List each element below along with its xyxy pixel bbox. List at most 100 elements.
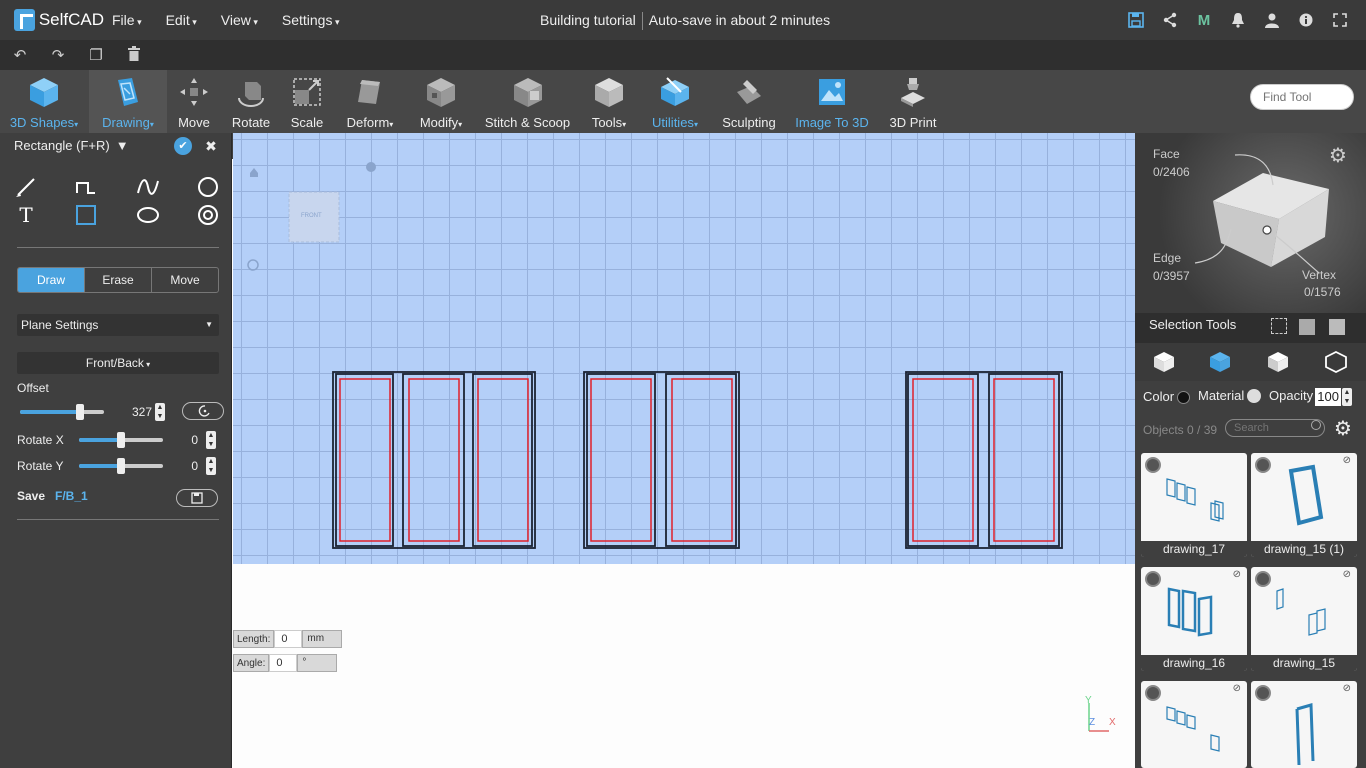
select-all-icon[interactable]: [1299, 319, 1315, 335]
opacity-value[interactable]: 100: [1315, 388, 1341, 406]
offset-value[interactable]: 327: [122, 403, 152, 421]
m-brand-icon[interactable]: M: [1194, 10, 1214, 30]
rotate-y-slider[interactable]: [79, 458, 163, 474]
offset-slider[interactable]: [20, 404, 104, 420]
rotate-x-value[interactable]: 0: [170, 431, 198, 449]
menu-edit[interactable]: Edit: [166, 12, 197, 28]
tool-label: Rotate: [231, 115, 271, 130]
tool-tools[interactable]: Tools▾: [580, 70, 638, 133]
save-name[interactable]: F/B_1: [55, 489, 88, 503]
object-card[interactable]: ⊘: [1251, 681, 1357, 768]
rotate-x-label: Rotate X: [17, 433, 64, 447]
material-icon[interactable]: [1247, 389, 1261, 403]
axis-x-label: X: [1109, 717, 1116, 728]
save-icon[interactable]: [1126, 10, 1146, 30]
ellipse-icon[interactable]: [136, 203, 160, 227]
object-card[interactable]: ⊘ drawing_15: [1251, 567, 1357, 671]
tools-icon: [595, 78, 623, 107]
tool-image-to-3d[interactable]: Image To 3D: [792, 70, 872, 133]
document-title-area: Building tutorial Auto-save in about 2 mi…: [540, 12, 830, 31]
slider-handle[interactable]: [76, 404, 84, 420]
xray-view-icon[interactable]: [1325, 351, 1347, 373]
select-similar-icon[interactable]: [1329, 319, 1345, 335]
undo-icon[interactable]: ↶: [8, 46, 32, 64]
tool-deform[interactable]: Deform▾: [335, 70, 405, 133]
opacity-stepper[interactable]: ▲ ▼: [1342, 388, 1352, 406]
object-card[interactable]: ⊘: [1141, 681, 1247, 768]
tool-3d-print[interactable]: 3D Print: [880, 70, 946, 133]
menu-file[interactable]: File: [112, 12, 142, 28]
mode-erase[interactable]: Erase: [85, 268, 152, 292]
plane-settings-dropdown[interactable]: Plane Settings ▼: [17, 314, 219, 336]
object-card[interactable]: ⊘ drawing_15 (1): [1251, 453, 1357, 557]
offset-reset-button[interactable]: [182, 402, 224, 420]
selfcad-logo[interactable]: SelfCAD: [14, 9, 104, 31]
tool-rotate[interactable]: Rotate: [222, 70, 280, 133]
tool-utilities[interactable]: Utilities▾: [646, 70, 704, 133]
polyline-icon[interactable]: [74, 175, 98, 199]
objects-settings-gear-icon[interactable]: ⚙: [1334, 416, 1352, 441]
light-bulb-icon[interactable]: [247, 259, 259, 271]
info-icon[interactable]: [1296, 10, 1316, 30]
slider-handle[interactable]: [117, 432, 125, 448]
edges-view-icon[interactable]: [1267, 351, 1289, 373]
object-thumbnail: [1288, 464, 1324, 526]
curve-icon[interactable]: [136, 175, 160, 199]
redo-icon[interactable]: ↷: [46, 46, 70, 64]
menu-settings[interactable]: Settings: [282, 12, 340, 28]
dropdown-caret-icon: ▾: [458, 120, 463, 129]
tool-label: Image To 3D: [795, 115, 869, 130]
tool-modify[interactable]: Modify▾: [405, 70, 477, 133]
object-card[interactable]: ⊘ drawing_16: [1141, 567, 1247, 671]
object-card[interactable]: drawing_17: [1141, 453, 1247, 557]
save-plane-button[interactable]: [176, 489, 218, 507]
tool-move[interactable]: Move: [167, 70, 221, 133]
length-label: Length:: [233, 630, 275, 648]
home-icon[interactable]: [250, 168, 258, 177]
orbit-icon[interactable]: [366, 162, 376, 172]
text-tool-icon[interactable]: T: [14, 203, 38, 227]
slider-handle[interactable]: [117, 458, 125, 474]
rotate-x-slider[interactable]: [79, 432, 163, 448]
axis-y-label: Y: [1085, 695, 1092, 706]
notification-bell-icon[interactable]: [1228, 10, 1248, 30]
menu-view[interactable]: View: [221, 12, 258, 28]
offset-stepper[interactable]: ▲ ▼: [155, 403, 165, 421]
rectangle-tool-icon[interactable]: [74, 203, 98, 227]
close-icon[interactable]: ✖: [202, 137, 220, 155]
mode-move-points[interactable]: Move Points: [152, 268, 218, 292]
rotate-x-stepper[interactable]: ▲ ▼: [206, 431, 216, 449]
tool-stitch-scoop[interactable]: Stitch & Scoop: [480, 70, 575, 133]
tool-3d-shapes[interactable]: 3D Shapes▾: [0, 70, 88, 133]
fullscreen-icon[interactable]: [1330, 10, 1350, 30]
find-tool-input[interactable]: [1250, 84, 1354, 110]
box-select-icon[interactable]: [1271, 318, 1287, 334]
panel-header: Rectangle (F+R) ▼ ✔ ✖: [0, 133, 231, 157]
brush-icon[interactable]: [14, 175, 38, 199]
solid-view-icon[interactable]: [1153, 351, 1175, 373]
ring-icon[interactable]: [196, 203, 220, 227]
material-label: Material: [1198, 388, 1245, 403]
rotate-y-value[interactable]: 0: [170, 457, 198, 475]
plane-selector[interactable]: Front/Back ▾: [17, 352, 219, 374]
length-value[interactable]: 0: [274, 630, 303, 648]
mode-draw[interactable]: Draw: [18, 268, 85, 292]
object-search-input[interactable]: [1225, 419, 1325, 437]
circle-icon[interactable]: [196, 175, 220, 199]
share-icon[interactable]: [1160, 10, 1180, 30]
tool-drawing[interactable]: Drawing▾: [89, 70, 167, 133]
rotate-y-stepper[interactable]: ▲ ▼: [206, 457, 216, 475]
wireframe-view-icon[interactable]: [1209, 351, 1231, 373]
tool-scale[interactable]: Scale: [281, 70, 333, 133]
user-icon[interactable]: [1262, 10, 1282, 30]
document-title[interactable]: Building tutorial: [540, 12, 636, 28]
angle-value[interactable]: 0: [269, 654, 298, 672]
color-swatch[interactable]: [1177, 391, 1190, 404]
trash-icon[interactable]: [122, 45, 146, 65]
slider-fill: [20, 410, 80, 414]
title-dropdown-icon[interactable]: ▼: [116, 138, 129, 153]
tool-sculpting[interactable]: Sculpting: [716, 70, 782, 133]
copy-icon[interactable]: ❐: [84, 46, 108, 64]
3d-viewport[interactable]: FRONT Length: 0 mm Angle: 0 ° Y Z X: [233, 133, 1135, 768]
confirm-check-icon[interactable]: ✔: [174, 137, 192, 155]
